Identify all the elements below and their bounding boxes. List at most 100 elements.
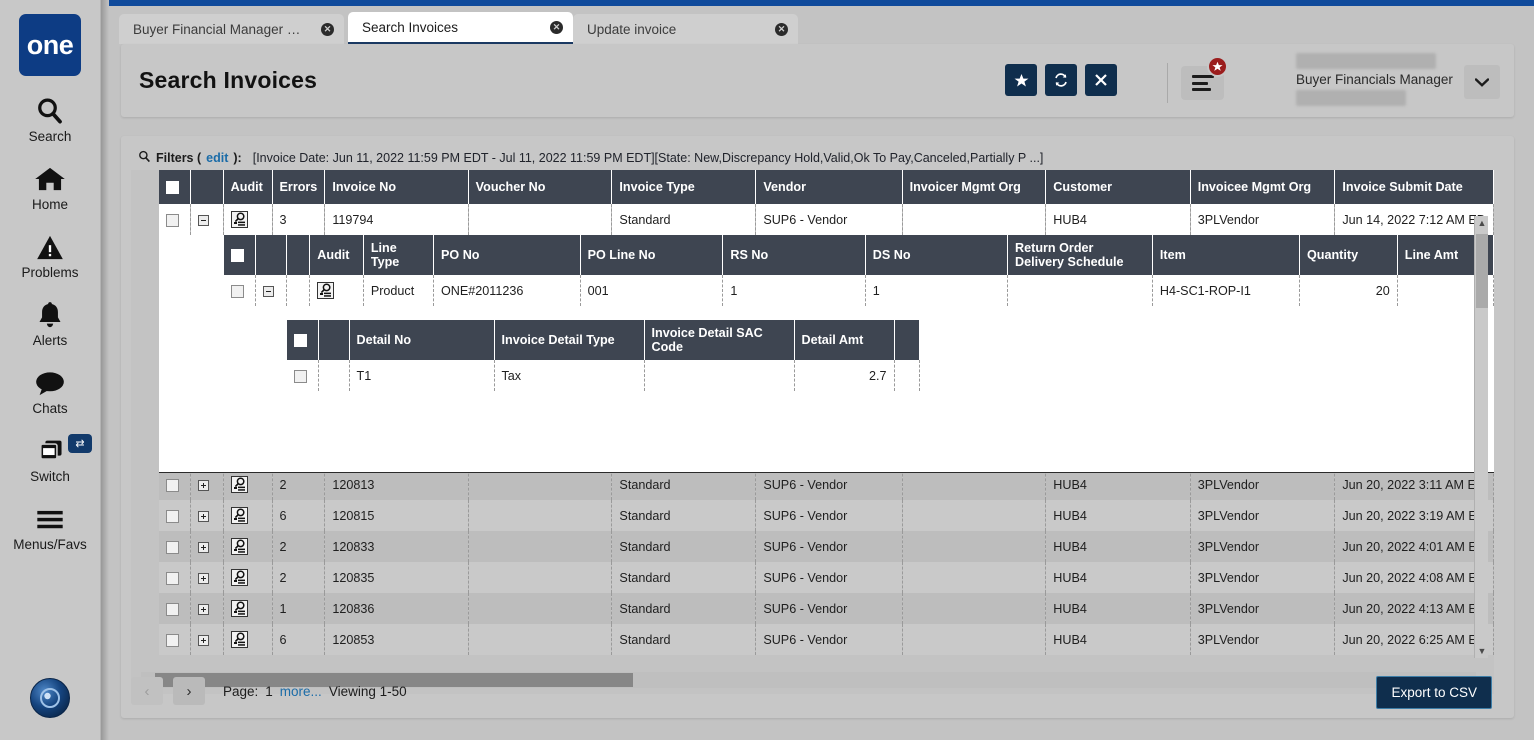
- select-all-checkbox[interactable]: [231, 249, 244, 262]
- sidebar-item-problems[interactable]: Problems: [0, 230, 100, 280]
- header-customer[interactable]: Customer: [1046, 170, 1190, 204]
- cell-expander[interactable]: [191, 469, 223, 500]
- header-invoice-no[interactable]: Invoice No: [325, 170, 468, 204]
- cell-select[interactable]: [159, 562, 191, 593]
- cell-expander[interactable]: [191, 531, 223, 562]
- row-checkbox[interactable]: [166, 603, 179, 616]
- cell-invoice-no[interactable]: 120836: [325, 593, 468, 624]
- cell-errors[interactable]: 3: [272, 204, 325, 235]
- row-expander[interactable]: [198, 573, 209, 584]
- select-all-checkbox[interactable]: [166, 181, 179, 194]
- cell-select[interactable]: [159, 469, 191, 500]
- row-expander[interactable]: [263, 286, 274, 297]
- header-audit[interactable]: Audit: [223, 170, 272, 204]
- table-row[interactable]: 3119794StandardSUP6 - VendorHUB43PLVendo…: [159, 204, 1494, 235]
- header-invoice-type[interactable]: Invoice Type: [612, 170, 756, 204]
- header-invoice-submit-date[interactable]: Invoice Submit Date: [1335, 170, 1494, 204]
- one-logo[interactable]: one: [19, 14, 81, 76]
- row-checkbox[interactable]: [166, 541, 179, 554]
- sidebar-item-home[interactable]: Home: [0, 162, 100, 212]
- cell-errors[interactable]: 6: [272, 624, 325, 655]
- cell-audit[interactable]: [310, 275, 364, 306]
- row-checkbox[interactable]: [231, 285, 244, 298]
- table-row[interactable]: 2120833StandardSUP6 - VendorHUB43PLVendo…: [159, 531, 1494, 562]
- cell-invoice-no[interactable]: 120835: [325, 562, 468, 593]
- line-table-row[interactable]: ProductONE#201123600111H4-SC1-ROP-I120: [224, 275, 1494, 306]
- line-header-po-line-no[interactable]: PO Line No: [580, 235, 723, 275]
- row-checkbox[interactable]: [294, 370, 307, 383]
- detail-header-invoice-detail-sac-code[interactable]: Invoice Detail SAC Code: [644, 320, 794, 360]
- detail-header-select-all[interactable]: [287, 320, 318, 360]
- cell-invoice-no[interactable]: 119794: [325, 204, 468, 235]
- audit-icon[interactable]: [231, 600, 248, 617]
- close-button[interactable]: [1085, 64, 1117, 96]
- row-expander[interactable]: [198, 511, 209, 522]
- switch-toggle-badge[interactable]: ⇄: [68, 434, 92, 453]
- avatar[interactable]: [30, 678, 70, 718]
- more-pages-link[interactable]: more...: [280, 684, 322, 699]
- cell-expander[interactable]: [191, 500, 223, 531]
- row-checkbox[interactable]: [166, 479, 179, 492]
- chevron-down-icon[interactable]: [1464, 65, 1500, 99]
- cell-select[interactable]: [159, 204, 191, 235]
- audit-icon[interactable]: [231, 631, 248, 648]
- row-checkbox[interactable]: [166, 510, 179, 523]
- cell-select[interactable]: [287, 360, 318, 391]
- cell-expander[interactable]: [256, 275, 287, 306]
- detail-header-detail-no[interactable]: Detail No: [349, 320, 494, 360]
- sidebar-item-alerts[interactable]: Alerts: [0, 298, 100, 348]
- cell-select[interactable]: [224, 275, 256, 306]
- sidebar-item-switch[interactable]: ⇄ Switch: [0, 434, 100, 484]
- row-expander[interactable]: [198, 604, 209, 615]
- row-expander[interactable]: [198, 215, 209, 226]
- row-checkbox[interactable]: [166, 214, 179, 227]
- tab-update-invoice[interactable]: Update invoice ✕: [573, 14, 798, 44]
- audit-icon[interactable]: [231, 538, 248, 555]
- cell-audit[interactable]: [223, 593, 272, 624]
- cell-audit[interactable]: [223, 500, 272, 531]
- table-row[interactable]: 1120836StandardSUP6 - VendorHUB43PLVendo…: [159, 593, 1494, 624]
- line-header-rs-no[interactable]: RS No: [723, 235, 865, 275]
- line-header-po-no[interactable]: PO No: [434, 235, 581, 275]
- header-voucher-no[interactable]: Voucher No: [468, 170, 612, 204]
- row-expander[interactable]: [198, 635, 209, 646]
- export-to-csv-button[interactable]: Export to CSV: [1376, 676, 1492, 709]
- vertical-scroll-thumb[interactable]: [1476, 234, 1488, 308]
- scroll-down-icon[interactable]: ▼: [1475, 644, 1489, 658]
- row-checkbox[interactable]: [166, 634, 179, 647]
- audit-icon[interactable]: [231, 507, 248, 524]
- cell-po-no[interactable]: ONE#2011236: [434, 275, 581, 306]
- cell-select[interactable]: [159, 500, 191, 531]
- sidebar-item-search[interactable]: Search: [0, 94, 100, 144]
- cell-expander[interactable]: [191, 562, 223, 593]
- audit-icon[interactable]: [231, 211, 248, 228]
- row-expander[interactable]: [198, 480, 209, 491]
- cell-audit[interactable]: [223, 562, 272, 593]
- line-header-quantity[interactable]: Quantity: [1300, 235, 1398, 275]
- row-expander[interactable]: [198, 542, 209, 553]
- filters-edit-link[interactable]: edit: [206, 151, 228, 165]
- audit-icon[interactable]: [231, 476, 248, 493]
- cell-errors[interactable]: 6: [272, 500, 325, 531]
- cell-errors[interactable]: 2: [272, 469, 325, 500]
- select-all-checkbox[interactable]: [294, 334, 307, 347]
- row-checkbox[interactable]: [166, 572, 179, 585]
- cell-errors[interactable]: 1: [272, 593, 325, 624]
- cell-audit[interactable]: [223, 624, 272, 655]
- tab-close-icon[interactable]: ✕: [550, 21, 563, 34]
- sidebar-item-menus-favs[interactable]: Menus/Favs: [0, 502, 100, 552]
- refresh-button[interactable]: [1045, 64, 1077, 96]
- cell-expander[interactable]: [191, 593, 223, 624]
- line-header-return-order-delivery-schedule[interactable]: Return Order Delivery Schedule: [1008, 235, 1153, 275]
- cell-select[interactable]: [159, 593, 191, 624]
- detail-table-row[interactable]: T1Tax2.7: [287, 360, 919, 391]
- cell-invoice-no[interactable]: 120813: [325, 469, 468, 500]
- sidebar-item-chats[interactable]: Chats: [0, 366, 100, 416]
- detail-header-detail-amt[interactable]: Detail Amt: [794, 320, 894, 360]
- table-row[interactable]: 6120815StandardSUP6 - VendorHUB43PLVendo…: [159, 500, 1494, 531]
- tab-close-icon[interactable]: ✕: [321, 23, 334, 36]
- previous-page-button[interactable]: ‹: [131, 677, 163, 705]
- favorites-badge[interactable]: [1207, 56, 1228, 77]
- line-header-select-all[interactable]: [224, 235, 256, 275]
- cell-invoice-no[interactable]: 120815: [325, 500, 468, 531]
